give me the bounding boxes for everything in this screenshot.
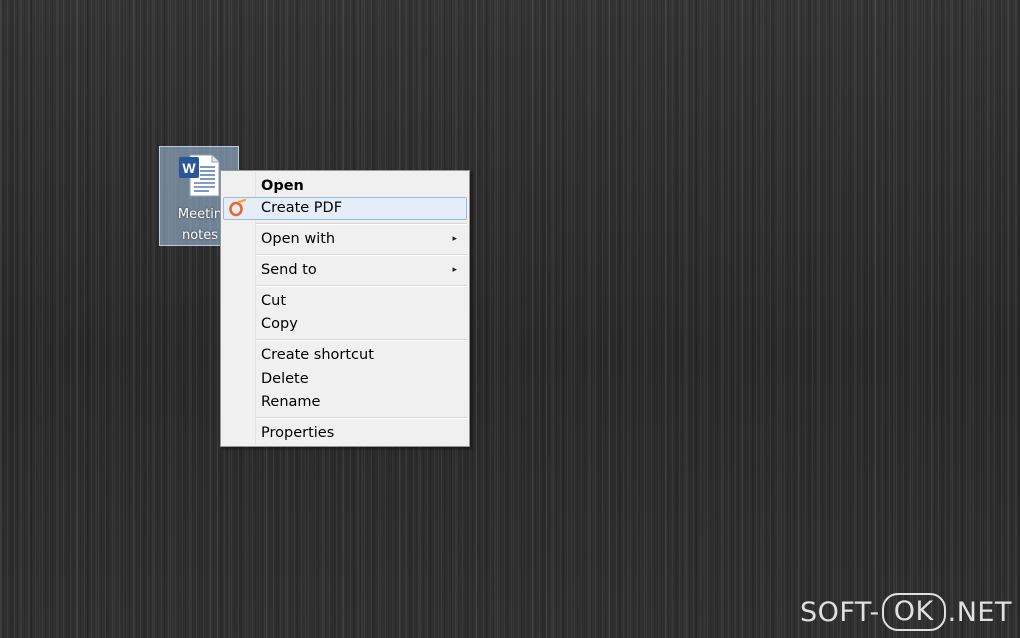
menu-item-label: Send to [261, 262, 317, 278]
menu-item-label: Cut [261, 293, 286, 309]
watermark-logo: SOFT- OK .NET [800, 592, 1012, 632]
menu-item-label: Delete [261, 371, 309, 387]
context-menu: Open Create PDF Open with ▸ Send to ▸ Cu… [220, 170, 470, 447]
watermark-part2: OK [881, 593, 946, 631]
menu-separator [256, 285, 467, 287]
menu-item-label: Open with [261, 231, 336, 247]
menu-item-open[interactable]: Open [223, 175, 467, 198]
menu-item-create-shortcut[interactable]: Create shortcut [223, 344, 467, 367]
word-document-icon: W [179, 154, 220, 197]
watermark-part1: SOFT- [799, 596, 880, 628]
menu-separator [256, 339, 467, 341]
menu-item-label: Create shortcut [261, 347, 374, 363]
menu-item-delete[interactable]: Delete [223, 368, 467, 391]
submenu-arrow-icon: ▸ [452, 265, 457, 275]
menu-separator [256, 417, 467, 419]
menu-item-label: Properties [261, 425, 335, 441]
menu-item-properties[interactable]: Properties [223, 422, 467, 445]
menu-item-rename[interactable]: Rename [223, 391, 467, 414]
menu-item-label: Open [261, 178, 304, 194]
menu-item-send-to[interactable]: Send to ▸ [223, 259, 467, 282]
menu-item-cut[interactable]: Cut [223, 290, 467, 313]
menu-item-open-with[interactable]: Open with ▸ [223, 228, 467, 251]
menu-item-copy[interactable]: Copy [223, 313, 467, 336]
menu-separator [256, 254, 467, 256]
word-letter: W [182, 160, 196, 176]
menu-item-label: Rename [261, 394, 321, 410]
pdf-creator-icon [229, 199, 246, 217]
menu-item-label: Create PDF [261, 200, 343, 216]
menu-item-create-pdf[interactable]: Create PDF [223, 197, 467, 220]
menu-item-label: Copy [261, 316, 298, 332]
watermark-part3: .NET [947, 596, 1012, 628]
menu-separator [256, 223, 467, 225]
submenu-arrow-icon: ▸ [452, 234, 457, 244]
